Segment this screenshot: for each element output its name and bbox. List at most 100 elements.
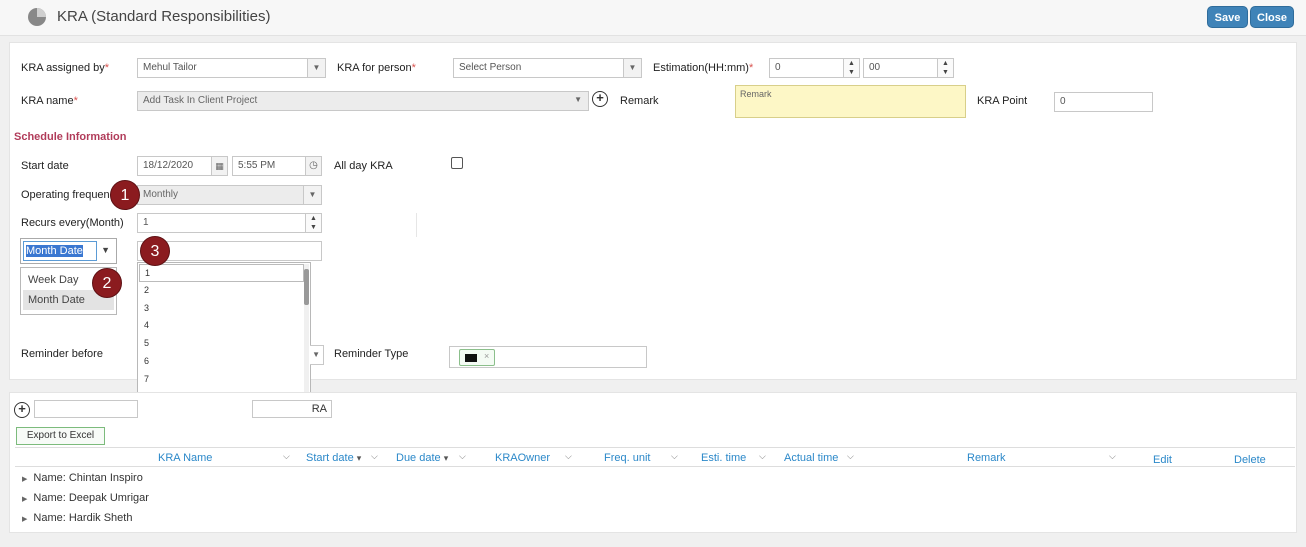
group-row-label: Name: Deepak Umrigar (33, 492, 149, 504)
reminder-before-label: Reminder before (21, 348, 103, 360)
recurs-every-value: 1 (143, 217, 149, 228)
start-time-input[interactable]: 5:55 PM ◷ (232, 156, 322, 176)
group-row[interactable]: ▶ Name: Chintan Inspiro (22, 472, 143, 484)
all-day-label: All day KRA (334, 160, 393, 172)
column-start-date[interactable]: Start date ▾ (306, 452, 361, 464)
column-freq-unit[interactable]: Freq. unit (604, 452, 650, 464)
plus-circle-icon[interactable]: + (14, 402, 30, 418)
reminder-type-tag[interactable]: × (459, 349, 495, 366)
recurs-every-input[interactable]: 1 ▲ ▼ (137, 213, 322, 233)
for-person-select[interactable]: Select Person ▼ (453, 58, 642, 78)
grid-search-input[interactable] (34, 400, 138, 418)
estimation-hours-value: 0 (775, 62, 781, 73)
month-date-option[interactable]: 4 (139, 317, 309, 335)
scrollbar-thumb[interactable] (304, 269, 309, 305)
month-date-option[interactable]: 1 (139, 264, 304, 282)
app-logo-icon (28, 8, 46, 26)
clock-icon[interactable]: ◷ (305, 157, 321, 175)
callout-badge: 1 (110, 180, 140, 210)
column-due-date[interactable]: Due date ▾ (396, 452, 448, 464)
kra-point-label: KRA Point (977, 95, 1028, 107)
page-title: KRA (Standard Responsibilities) (57, 8, 271, 25)
remark-label: Remark (620, 95, 659, 107)
chevron-down-icon: ▼ (623, 59, 641, 77)
kra-name-select[interactable]: Add Task In Client Project ▼ (137, 91, 589, 111)
assigned-by-value: Mehul Tailor (143, 62, 197, 73)
expand-icon[interactable]: ▶ (22, 496, 27, 503)
remark-textarea[interactable]: Remark (735, 85, 966, 118)
remove-tag-icon[interactable]: × (484, 351, 489, 361)
column-kra-name[interactable]: KRA Name (158, 452, 212, 464)
for-person-label: KRA for person* (337, 62, 416, 74)
callout-badge: 3 (140, 236, 170, 266)
mail-icon (465, 354, 477, 362)
chevron-down-icon[interactable]: ⌵ (847, 451, 854, 462)
column-edit: Edit (1153, 454, 1172, 466)
estimation-minutes-input[interactable]: 00 ▲ ▼ (863, 58, 954, 78)
kra-point-input[interactable]: 0 (1054, 92, 1153, 112)
recurs-type-input[interactable]: Month Date (23, 241, 97, 261)
reminder-type-label: Reminder Type (334, 348, 409, 360)
operating-frequency-select[interactable]: Monthly ▼ (137, 185, 322, 205)
estimation-minutes-value: 00 (869, 62, 881, 73)
export-excel-button[interactable]: Export to Excel (16, 427, 105, 445)
chevron-down-icon: ▼ (307, 59, 325, 77)
expand-icon[interactable]: ▶ (22, 516, 27, 523)
chevron-down-icon[interactable]: ⌵ (565, 451, 572, 462)
kra-name-value: Add Task In Client Project (143, 95, 258, 106)
group-row-label: Name: Chintan Inspiro (33, 472, 143, 484)
chevron-down-icon: ▼ (303, 186, 321, 204)
grid-header: KRA Name ⌵ Start date ▾ ⌵ Due date ▾ ⌵ K… (15, 447, 1295, 467)
spinner-icon[interactable]: ▲ ▼ (843, 59, 859, 77)
month-date-option[interactable]: 7 (139, 371, 309, 389)
estimation-label: Estimation(HH:mm)* (653, 62, 754, 74)
plus-circle-icon[interactable]: + (592, 91, 608, 107)
save-button[interactable]: Save (1207, 6, 1248, 28)
estimation-hours-input[interactable]: 0 ▲ ▼ (769, 58, 860, 78)
column-remark[interactable]: Remark (967, 452, 1006, 464)
recurs-type-select[interactable]: Month Date ▼ (20, 238, 117, 264)
callout-badge: 2 (92, 268, 122, 298)
month-date-option[interactable]: 2 (139, 282, 309, 300)
for-person-placeholder: Select Person (459, 62, 522, 73)
close-button[interactable]: Close (1250, 6, 1294, 28)
operating-frequency-label: Operating frequency (21, 189, 121, 201)
divider (416, 213, 417, 237)
column-actual-time[interactable]: Actual time (784, 452, 838, 464)
chevron-down-icon: ▼ (101, 245, 110, 255)
operating-frequency-value: Monthly (143, 189, 179, 200)
chevron-down-icon[interactable]: ⌵ (671, 451, 678, 462)
add-kra-button[interactable]: RA (252, 400, 332, 418)
column-delete: Delete (1234, 454, 1266, 466)
all-day-checkbox[interactable] (451, 157, 463, 169)
recurs-type-value: Month Date (26, 245, 83, 257)
calendar-icon[interactable]: ▦ (211, 157, 227, 175)
chevron-down-icon: ▼ (574, 95, 582, 104)
spinner-icon[interactable]: ▲ ▼ (937, 59, 953, 77)
recurs-every-label: Recurs every(Month) (21, 217, 124, 229)
kra-name-label: KRA name* (21, 95, 78, 107)
column-esti-time[interactable]: Esti. time (701, 452, 746, 464)
spinner-icon[interactable]: ▲ ▼ (305, 214, 321, 232)
reminder-before-select[interactable]: ▼ (310, 345, 324, 365)
month-date-option[interactable]: 5 (139, 335, 309, 353)
start-time-value: 5:55 PM (238, 160, 276, 171)
month-date-option[interactable]: 6 (139, 353, 309, 371)
start-date-input[interactable]: 18/12/2020 ▦ (137, 156, 228, 176)
group-row-label: Name: Hardik Sheth (33, 512, 133, 524)
group-row[interactable]: ▶ Name: Deepak Umrigar (22, 492, 149, 504)
start-date-label: Start date (21, 160, 69, 172)
chevron-down-icon: ▼ (312, 350, 320, 359)
chevron-down-icon[interactable]: ⌵ (459, 451, 466, 462)
chevron-down-icon[interactable]: ⌵ (283, 451, 290, 462)
assigned-by-select[interactable]: Mehul Tailor ▼ (137, 58, 326, 78)
month-date-option[interactable]: 3 (139, 300, 309, 318)
expand-icon[interactable]: ▶ (22, 476, 27, 483)
chevron-down-icon[interactable]: ⌵ (1109, 451, 1116, 462)
start-date-value: 18/12/2020 (143, 160, 194, 171)
assigned-by-label: KRA assigned by* (21, 62, 110, 74)
chevron-down-icon[interactable]: ⌵ (759, 451, 766, 462)
chevron-down-icon[interactable]: ⌵ (371, 451, 378, 462)
column-kra-owner[interactable]: KRAOwner (495, 452, 550, 464)
group-row[interactable]: ▶ Name: Hardik Sheth (22, 512, 132, 524)
